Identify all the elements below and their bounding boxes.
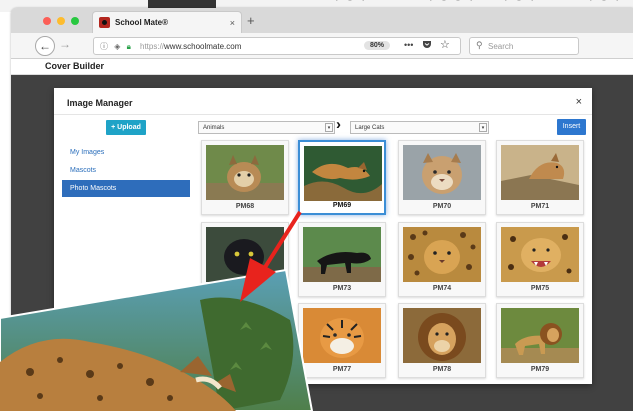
- enlarged-selected-image: [0, 268, 314, 411]
